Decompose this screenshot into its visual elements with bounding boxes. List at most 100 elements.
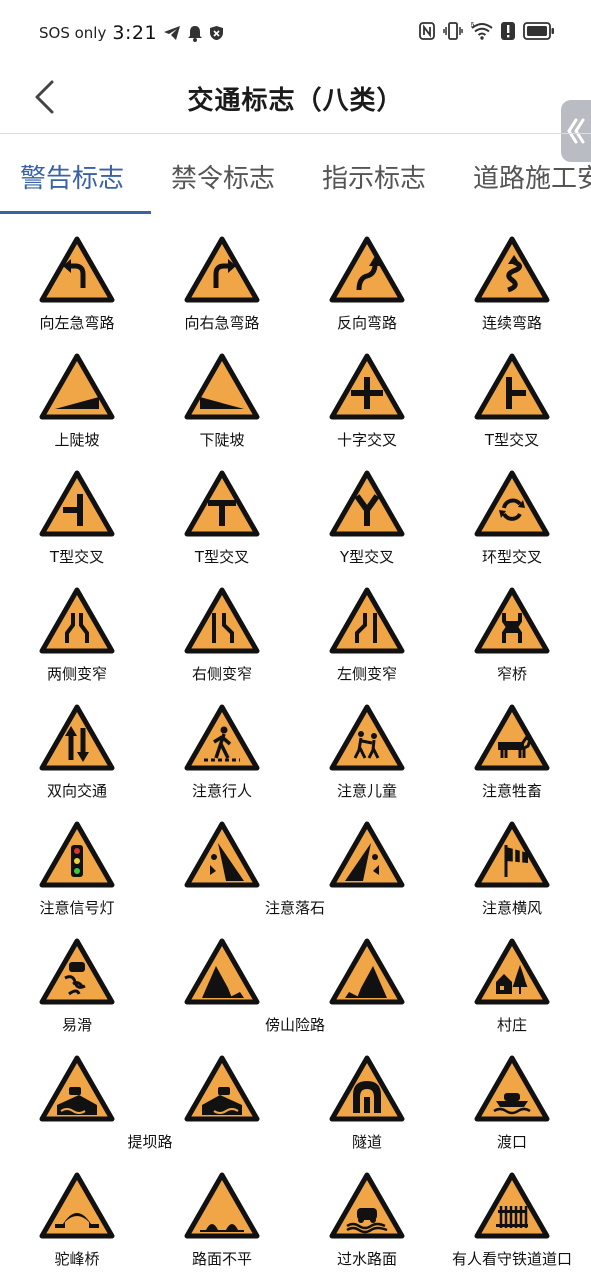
sign-label: 注意横风 xyxy=(481,899,542,917)
sign-item[interactable]: 注意牲畜 xyxy=(442,698,582,804)
winding-road-icon xyxy=(474,236,550,304)
sign-item[interactable]: 右侧变窄 xyxy=(152,581,292,687)
tab-mandatory-signs[interactable]: 指示标志 xyxy=(322,158,426,195)
bell-icon xyxy=(187,25,203,42)
sign-item[interactable]: 下陡坡 xyxy=(152,347,292,453)
sign-item[interactable]: 向右急弯路 xyxy=(152,230,292,336)
battery-icon xyxy=(523,22,555,40)
sign-item[interactable]: 注意儿童 xyxy=(297,698,437,804)
t-junction-left-icon xyxy=(39,470,115,538)
children-icon xyxy=(329,704,405,772)
page-title: 交通标志（八类） xyxy=(187,86,404,116)
sign-item[interactable]: 十字交叉 xyxy=(297,347,437,453)
sign-item[interactable]: 窄桥 xyxy=(442,581,582,687)
sign-item[interactable]: 过水路面 xyxy=(297,1166,437,1272)
ford-icon xyxy=(329,1172,405,1240)
sign-item[interactable]: T型交叉 xyxy=(7,464,147,570)
roundabout-icon xyxy=(474,470,550,538)
sign-item[interactable]: 左侧变窄 xyxy=(297,581,437,687)
active-tab-indicator xyxy=(0,211,151,214)
uneven-road-icon xyxy=(184,1172,260,1240)
embankment-left-icon xyxy=(39,1055,115,1123)
crosswind-icon xyxy=(474,821,550,889)
y-junction-icon xyxy=(329,470,405,538)
sign-item[interactable]: 环型交叉 xyxy=(442,464,582,570)
tab-prohibition-signs[interactable]: 禁令标志 xyxy=(171,158,275,195)
status-bar: SOS only 3:21 6 xyxy=(0,0,591,66)
sign-item[interactable]: 有人看守铁道道口 xyxy=(442,1166,582,1272)
guarded-railway-crossing-icon xyxy=(474,1172,550,1240)
sign-label: 村庄 xyxy=(496,1016,527,1034)
sign-item[interactable]: 渡口 xyxy=(442,1049,582,1155)
sign-label: 渡口 xyxy=(496,1133,527,1151)
hump-bridge-icon xyxy=(39,1172,115,1240)
sign-item[interactable]: 村庄 xyxy=(442,932,582,1038)
steep-descent-icon xyxy=(184,353,260,421)
sign-item[interactable]: Y型交叉 xyxy=(297,464,437,570)
sign-item[interactable]: 注意行人 xyxy=(152,698,292,804)
slippery-road-icon xyxy=(39,938,115,1006)
sign-label: 窄桥 xyxy=(496,665,527,683)
embankment-right-icon xyxy=(184,1055,260,1123)
sign-item[interactable]: 两侧变窄 xyxy=(7,581,147,687)
sign-item[interactable]: 易滑 xyxy=(7,932,147,1038)
two-way-traffic-icon xyxy=(39,704,115,772)
t-junction-icon xyxy=(184,470,260,538)
shared-sign-label: 注意落石 xyxy=(264,899,325,917)
sign-item[interactable]: 反向弯路 xyxy=(297,230,437,336)
shared-sign-label: 傍山险路 xyxy=(264,1016,325,1034)
reverse-curve-icon xyxy=(329,236,405,304)
nfc-icon xyxy=(419,22,435,40)
t-junction-right-icon xyxy=(474,353,550,421)
sign-item[interactable]: 驼峰桥 xyxy=(7,1166,147,1272)
pedestrians-icon xyxy=(184,704,260,772)
mountain-road-left-icon xyxy=(184,938,260,1006)
vibrate-icon xyxy=(443,22,463,40)
sign-label: T型交叉 xyxy=(484,431,540,449)
sign-label: 注意信号灯 xyxy=(39,899,115,917)
wifi-badge: 6 xyxy=(471,22,475,29)
sign-label: 有人看守铁道道口 xyxy=(451,1250,572,1268)
road-narrows-both-icon xyxy=(39,587,115,655)
narrow-bridge-icon xyxy=(474,587,550,655)
crossroads-icon xyxy=(329,353,405,421)
ferry-icon xyxy=(474,1055,550,1123)
tunnel-icon xyxy=(329,1055,405,1123)
sharp-left-curve-icon xyxy=(39,236,115,304)
sign-item[interactable]: 注意信号灯 xyxy=(7,815,147,921)
sign-item[interactable]: 隧道 xyxy=(297,1049,437,1155)
sign-label: 易滑 xyxy=(61,1016,92,1034)
sign-label: 注意牲畜 xyxy=(481,782,542,800)
sign-item[interactable]: 连续弯路 xyxy=(442,230,582,336)
sign-item[interactable]: 向左急弯路 xyxy=(7,230,147,336)
road-narrows-left-icon xyxy=(329,587,405,655)
tab-road-construction-signs[interactable]: 道路施工安 xyxy=(473,158,591,195)
falling-rocks-right-icon xyxy=(329,821,405,889)
sign-item[interactable]: T型交叉 xyxy=(442,347,582,453)
mountain-road-right-icon xyxy=(329,938,405,1006)
shared-sign-label: 提坝路 xyxy=(127,1133,173,1151)
traffic-signals-icon xyxy=(39,821,115,889)
tab-warning-signs[interactable]: 警告标志 xyxy=(20,158,124,195)
status-left: SOS only 3:21 xyxy=(39,22,224,44)
village-icon xyxy=(474,938,550,1006)
falling-rocks-left-icon xyxy=(184,821,260,889)
app-header: 交通标志（八类） xyxy=(0,66,591,132)
sign-item[interactable]: 路面不平 xyxy=(152,1166,292,1272)
sign-item[interactable]: 双向交通 xyxy=(7,698,147,804)
road-narrows-right-icon xyxy=(184,587,260,655)
shield-icon xyxy=(209,25,224,41)
telegram-icon xyxy=(163,25,181,41)
sign-item[interactable]: 上陡坡 xyxy=(7,347,147,453)
sign-item[interactable]: T型交叉 xyxy=(152,464,292,570)
carrier-text: SOS only xyxy=(39,24,107,42)
steep-ascent-icon xyxy=(39,353,115,421)
category-tabs: 警告标志 禁令标志 指示标志 道路施工安 xyxy=(0,134,591,214)
status-right: 6 xyxy=(419,22,555,40)
wifi-icon: 6 xyxy=(471,22,493,40)
sharp-right-curve-icon xyxy=(184,236,260,304)
sign-label: 连续弯路 xyxy=(481,314,542,332)
clock: 3:21 xyxy=(112,22,158,44)
sign-item[interactable]: 注意横风 xyxy=(442,815,582,921)
sign-label: 环型交叉 xyxy=(481,548,542,566)
